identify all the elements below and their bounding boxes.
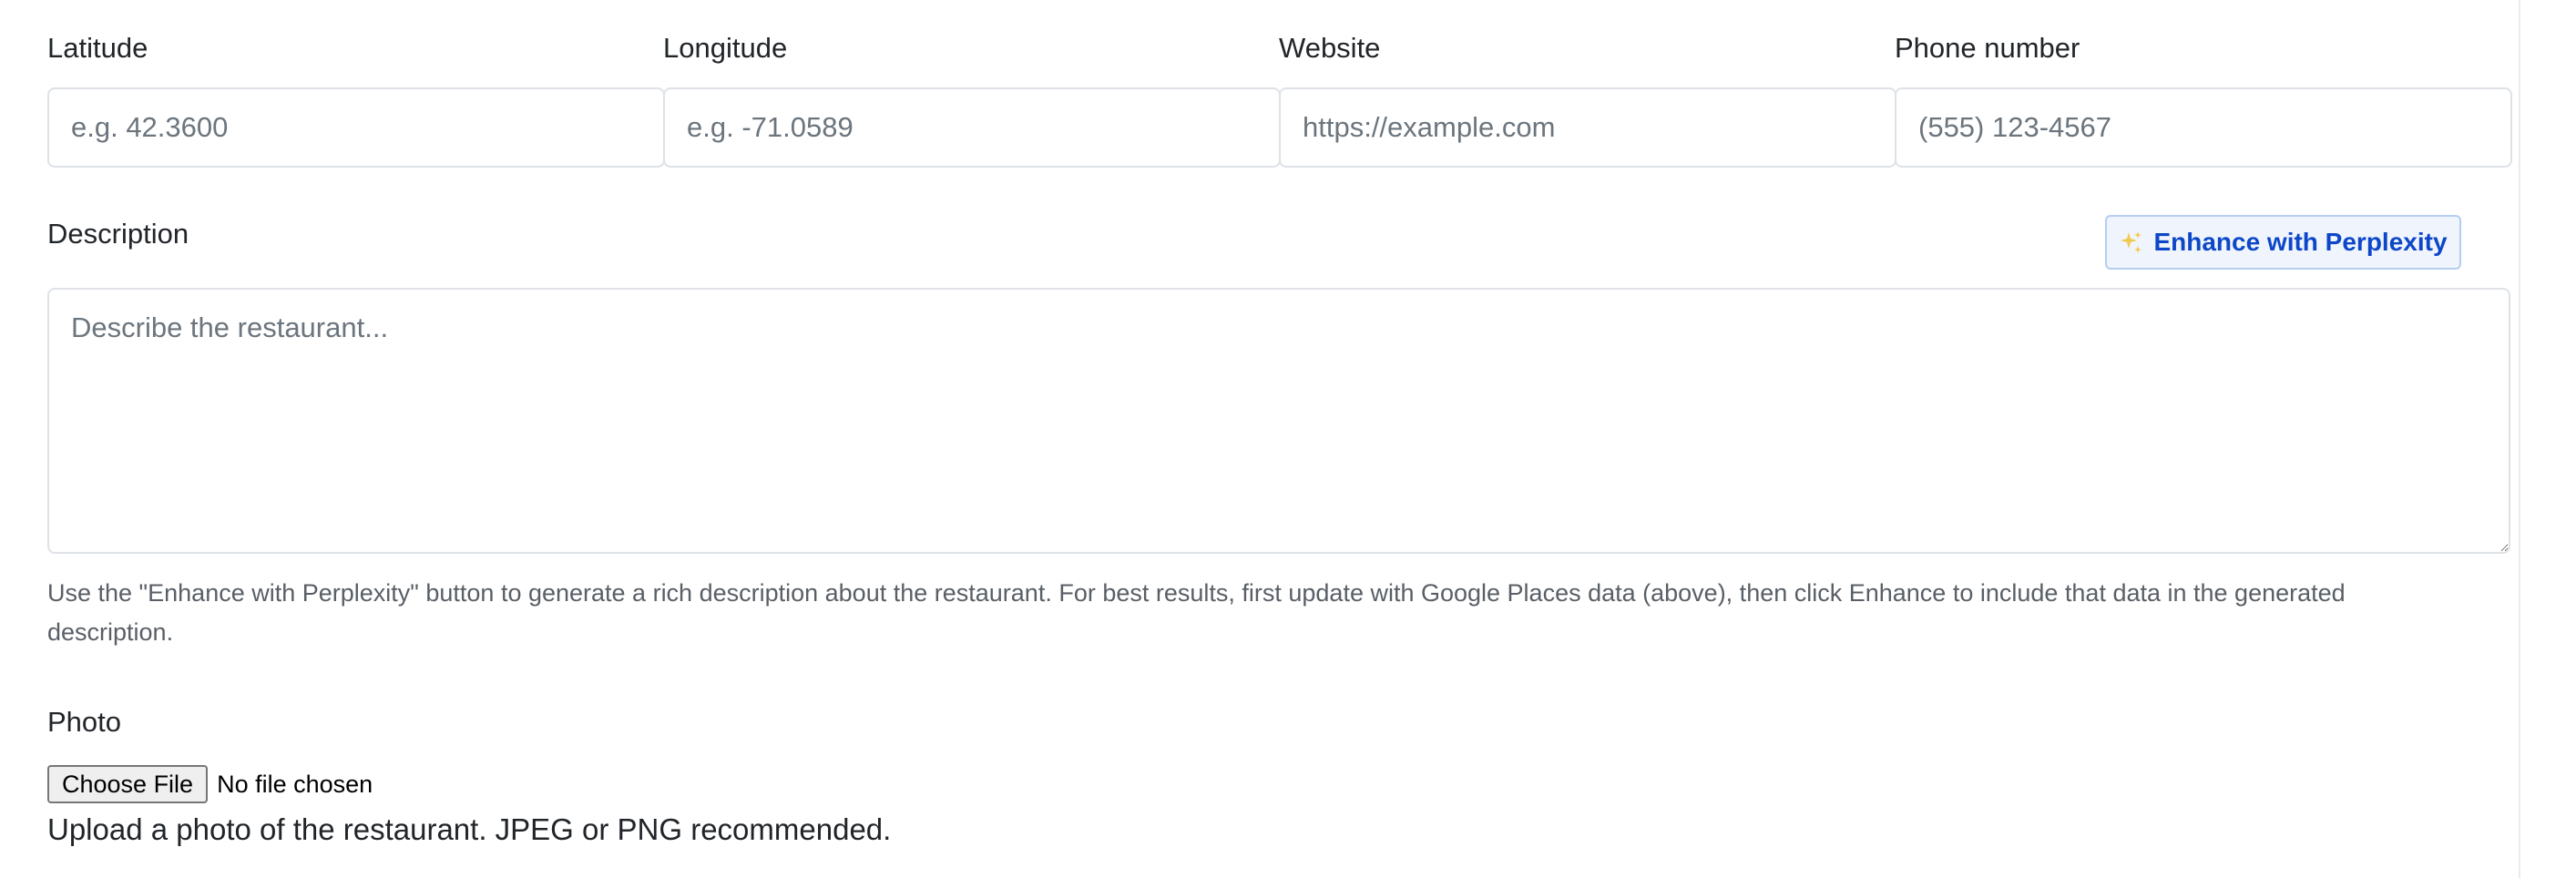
description-label: Description (47, 218, 189, 250)
phone-label: Phone number (1895, 32, 2080, 64)
location-contact-row: Latitude Longitude Website Phone number (47, 27, 2512, 168)
website-label: Website (1279, 32, 1381, 64)
photo-help-text: Upload a photo of the restaurant. JPEG o… (47, 812, 892, 846)
phone-input[interactable] (1895, 87, 2512, 168)
file-status-text: No file chosen (217, 770, 373, 798)
sparkles-icon (2119, 230, 2144, 255)
website-field-group: Website (1279, 27, 1896, 168)
latitude-input[interactable] (47, 87, 665, 168)
phone-field-group: Phone number (1895, 27, 2512, 168)
enhance-with-perplexity-button[interactable]: Enhance with Perplexity (2105, 215, 2461, 270)
choose-file-button[interactable]: Choose File (47, 765, 209, 803)
enhance-button-label: Enhance with Perplexity (2153, 228, 2448, 256)
website-input[interactable] (1279, 87, 1896, 168)
photo-label: Photo (47, 706, 122, 738)
restaurant-form: Latitude Longitude Website Phone number … (0, 0, 2520, 878)
longitude-field-group: Longitude (663, 27, 1281, 168)
longitude-label: Longitude (663, 32, 788, 64)
photo-file-input: Choose File No file chosen (47, 765, 373, 803)
latitude-field-group: Latitude (47, 27, 665, 168)
latitude-label: Latitude (47, 32, 148, 64)
description-help-text: Use the "Enhance with Perplexity" button… (47, 579, 2346, 646)
description-textarea[interactable] (47, 288, 2510, 554)
longitude-input[interactable] (663, 87, 1281, 168)
